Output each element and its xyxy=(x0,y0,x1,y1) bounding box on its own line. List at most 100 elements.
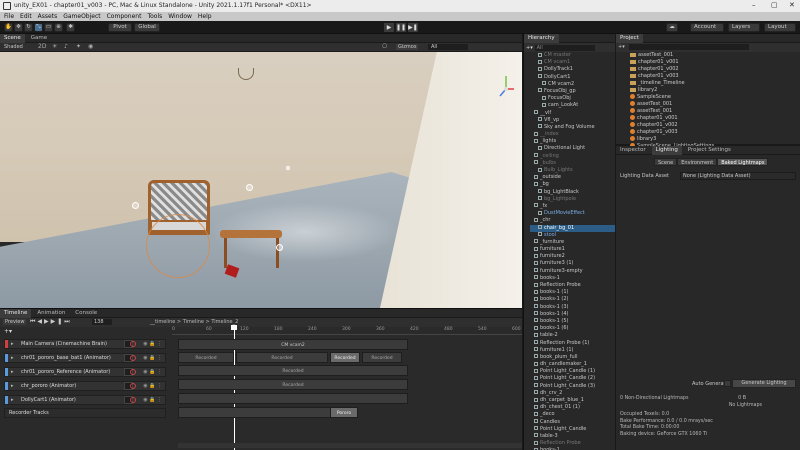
anim-clip[interactable]: Recorded xyxy=(178,365,408,376)
hierarchy-item[interactable]: furniture3 (1) xyxy=(530,260,615,267)
transform-tool-icon[interactable]: ⊕ xyxy=(54,23,63,32)
menu-tools[interactable]: Tools xyxy=(147,13,162,20)
hidden-objects-icon[interactable]: ◉ xyxy=(88,43,93,50)
hierarchy-item[interactable]: table-2 xyxy=(530,332,615,339)
record-icon[interactable] xyxy=(130,355,136,361)
step-button[interactable]: ▶❚ xyxy=(408,23,418,32)
hierarchy-item[interactable]: __index xyxy=(530,131,615,138)
tab-lighting[interactable]: Lighting xyxy=(651,146,682,155)
hierarchy-item[interactable]: CM master xyxy=(530,52,615,59)
hierarchy-item[interactable]: _lights xyxy=(530,138,615,145)
record-icon[interactable] xyxy=(130,369,136,375)
hierarchy-item[interactable]: dh_candlemaker_1 xyxy=(530,361,615,368)
gizmo-handle[interactable] xyxy=(276,244,283,251)
hierarchy-item[interactable]: furniture3-empty xyxy=(530,268,615,275)
hierarchy-item[interactable]: _ceiling xyxy=(530,153,615,160)
track-header[interactable]: ▸ chr01_pororo_Reference (Animator) ◉ 🔒 ⋮ xyxy=(4,367,166,377)
hierarchy-item[interactable]: Point Light_Candle xyxy=(530,426,615,433)
track-header[interactable]: ▸ chr01_pororo_base_bat1 (Animator) ◉ 🔒 ⋮ xyxy=(4,353,166,363)
hierarchy-item[interactable]: Reflection Probe xyxy=(530,440,615,447)
record-icon[interactable] xyxy=(130,383,136,389)
track-options-icon[interactable]: ◉ 🔒 ⋮ xyxy=(143,396,162,404)
hierarchy-item[interactable]: bg_LightBlack xyxy=(530,189,615,196)
side-table[interactable] xyxy=(220,230,282,238)
anim-clip[interactable]: Recorded xyxy=(178,379,408,390)
project-item[interactable]: _timeline_Timeline xyxy=(630,80,800,87)
project-item[interactable]: assetTest_001 xyxy=(630,108,800,115)
hierarchy-item[interactable]: books-1 (5) xyxy=(530,318,615,325)
hierarchy-item[interactable]: books-1 xyxy=(530,275,615,282)
anim-clip[interactable]: Recorded xyxy=(178,352,234,363)
create-button[interactable]: +▾ xyxy=(526,45,533,51)
hierarchy-item[interactable]: __vlf xyxy=(530,110,615,117)
2d-toggle[interactable]: 2D xyxy=(38,43,46,50)
hierarchy-item[interactable]: books-1 (1) xyxy=(530,289,615,296)
collab-icon[interactable]: ☁ xyxy=(666,23,678,32)
lighting-data-field[interactable]: None (Lighting Data Asset) xyxy=(680,172,796,180)
rect-tool-icon[interactable]: ▭ xyxy=(44,23,53,32)
global-toggle[interactable]: Global xyxy=(134,23,160,32)
project-item[interactable]: assetTest_001 xyxy=(630,52,800,59)
hierarchy-item[interactable]: dh_crv_2 xyxy=(530,390,615,397)
hierarchy-item[interactable]: FocusObj_gp xyxy=(530,88,615,95)
project-item[interactable]: assetTest_001 xyxy=(630,101,800,108)
hierarchy-item[interactable]: Candles xyxy=(530,419,615,426)
tab-timeline[interactable]: Timeline xyxy=(0,309,32,318)
gizmo-handle[interactable] xyxy=(286,166,290,170)
close-button[interactable]: ✕ xyxy=(789,1,795,9)
anim-clip[interactable] xyxy=(178,393,408,404)
tab-project[interactable]: Project xyxy=(616,34,643,43)
hierarchy-item[interactable]: CM vcam2 xyxy=(530,81,615,88)
frame-field[interactable]: 138 xyxy=(92,319,112,325)
playhead-handle[interactable] xyxy=(231,325,237,330)
minimize-button[interactable]: – xyxy=(752,1,756,9)
track-options-icon[interactable]: ◉ 🔒 ⋮ xyxy=(143,340,162,348)
timeline-breadcrumb[interactable]: __timeline > Timeline > Timeline_2 xyxy=(150,319,238,325)
pivot-toggle[interactable]: Pivot xyxy=(108,23,132,32)
gizmo-handle[interactable] xyxy=(246,184,253,191)
hierarchy-item[interactable]: Sky and Fog Volume xyxy=(530,124,615,131)
record-icon[interactable] xyxy=(130,341,136,347)
hierarchy-item[interactable]: _bg xyxy=(530,181,615,188)
hierarchy-item[interactable]: Directional Light xyxy=(530,145,615,152)
hierarchy-item[interactable]: bg_Lightpole xyxy=(530,196,615,203)
preview-toggle[interactable]: Preview xyxy=(3,319,27,325)
lighting-toggle-icon[interactable]: ☀ xyxy=(52,43,57,50)
project-item[interactable]: chapter01_v001 xyxy=(630,115,800,122)
project-create-button[interactable]: +▾ xyxy=(618,44,625,50)
shading-mode-dropdown[interactable]: Shaded xyxy=(4,44,23,50)
account-dropdown[interactable]: Account xyxy=(690,23,724,32)
project-item[interactable]: chapter01_v003 xyxy=(630,73,800,80)
hierarchy-item[interactable]: Reflection Probe (1) xyxy=(530,340,615,347)
subtab-environment[interactable]: Environment xyxy=(677,158,718,166)
recorder-clip[interactable]: Pororo xyxy=(330,407,358,418)
project-item[interactable]: library3 xyxy=(630,136,800,143)
hierarchy-item[interactable]: DollyCart1 xyxy=(530,74,615,81)
hierarchy-item[interactable]: Point Light_Candle (1) xyxy=(530,368,615,375)
hierarchy-item[interactable]: books-1 (2) xyxy=(530,296,615,303)
track-header[interactable]: ▸ DollyCart1 (Animator) ◉ 🔒 ⋮ xyxy=(4,395,166,405)
tab-console[interactable]: Console xyxy=(71,309,101,318)
anim-clip[interactable]: Recorded xyxy=(236,352,328,363)
hierarchy-item[interactable]: _chr xyxy=(530,217,615,224)
anim-clip[interactable]: Recorded xyxy=(330,352,360,363)
add-track-button[interactable]: +▾ xyxy=(4,328,12,335)
hierarchy-search-input[interactable]: All xyxy=(534,45,595,51)
record-icon[interactable] xyxy=(130,397,136,403)
menu-component[interactable]: Component xyxy=(107,13,142,20)
menu-window[interactable]: Window xyxy=(168,13,192,20)
hierarchy-item[interactable]: _fx xyxy=(530,203,615,210)
layers-dropdown[interactable]: Layers xyxy=(728,23,760,32)
cinemachine-clip[interactable]: CM vcam2 xyxy=(178,339,408,350)
track-options-icon[interactable]: ◉ 🔒 ⋮ xyxy=(143,382,162,390)
project-item[interactable]: SampleScene xyxy=(630,94,800,101)
scale-tool-icon[interactable]: ⤡ xyxy=(34,23,43,32)
custom-tool-icon[interactable]: ✱ xyxy=(66,23,75,32)
subtab-scene[interactable]: Scene xyxy=(654,158,678,166)
hierarchy-item[interactable]: dh_chest_01 (1) xyxy=(530,404,615,411)
hand-tool-icon[interactable]: ✋ xyxy=(4,23,13,32)
track-options-icon[interactable]: ◉ 🔒 ⋮ xyxy=(143,368,162,376)
menu-file[interactable]: File xyxy=(4,13,14,20)
timeline-scrollbar[interactable] xyxy=(178,443,522,448)
tab-animation[interactable]: Animation xyxy=(33,309,69,318)
